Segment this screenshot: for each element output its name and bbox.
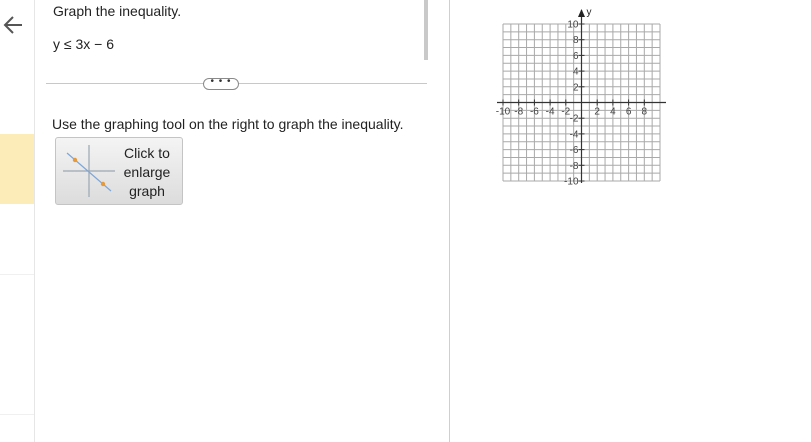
y-tick-label: -2: [570, 114, 579, 125]
graph-area[interactable]: y -10 -8 -6 -4 -2 2 4 6 8 10 8 6 4 2 -2 -4 -6 -8 -10: [450, 0, 811, 442]
y-axis-arrow: [578, 9, 585, 17]
y-tick-label: -10: [564, 177, 579, 188]
arrow-left-icon: [3, 16, 22, 34]
x-tick-label: -4: [546, 107, 555, 118]
enlarge-graph-button[interactable]: Click to enlarge graph: [55, 137, 183, 205]
coordinate-plane[interactable]: y-10 -8 -6 -4 -2 2 4 6 8108642-2-4-6-8-10: [450, 0, 811, 442]
y-tick-label: -4: [570, 129, 579, 140]
question-panel: Graph the inequality. y ≤ 3x − 6 • • • U…: [35, 0, 449, 442]
y-tick-label: 2: [573, 82, 579, 93]
inequality-expression: y ≤ 3x − 6: [53, 36, 114, 52]
x-tick-label: 6: [626, 107, 632, 118]
rail-divider: [0, 274, 34, 275]
x-tick-label: -8: [514, 107, 523, 118]
x-tick-label: 2: [594, 107, 600, 118]
x-tick-label: -10: [496, 107, 511, 118]
x-tick-label: 4: [610, 107, 616, 118]
enlarge-graph-label: Click to enlarge graph: [123, 145, 171, 199]
question-title: Graph the inequality.: [53, 3, 182, 19]
left-rail: [0, 0, 35, 442]
y-tick-label: 10: [567, 20, 579, 31]
y-tick-label: 8: [573, 35, 579, 46]
y-tick-label: -8: [570, 161, 579, 172]
x-tick-label: -6: [530, 107, 539, 118]
scrollbar[interactable]: [424, 0, 428, 60]
instruction-text: Use the graphing tool on the right to gr…: [52, 116, 404, 132]
y-axis-label: y: [587, 7, 592, 18]
current-question-indicator[interactable]: [0, 134, 34, 204]
back-button[interactable]: [0, 10, 26, 40]
y-tick-label: 4: [573, 67, 579, 78]
rail-divider: [0, 414, 34, 415]
y-tick-label: 6: [573, 51, 579, 62]
y-tick-label: -6: [570, 145, 579, 156]
x-tick-label: 8: [642, 107, 648, 118]
more-options-button[interactable]: • • •: [203, 77, 239, 90]
graph-thumbnail-icon: [63, 145, 115, 197]
